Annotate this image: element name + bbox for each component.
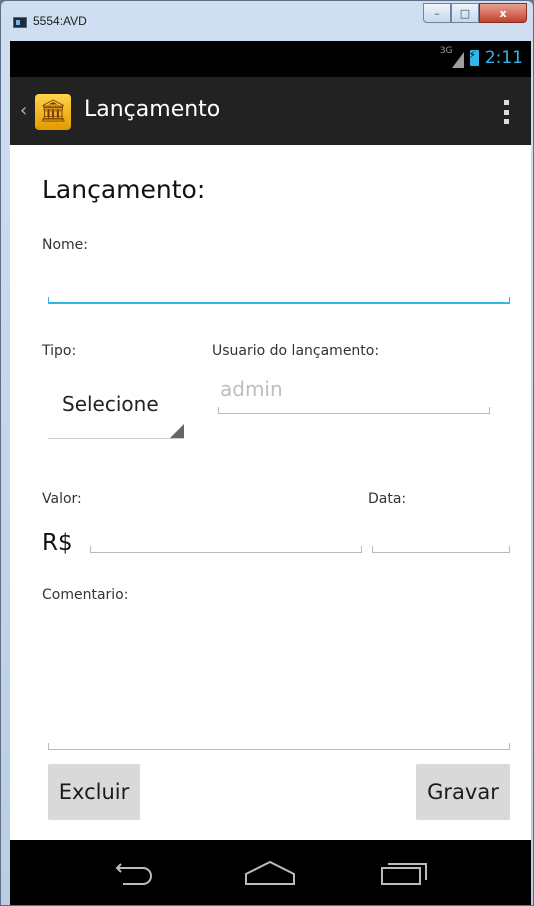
gravar-button[interactable]: Gravar — [416, 764, 510, 820]
up-navigation-icon[interactable]: ‹ — [20, 100, 27, 121]
data-field-underline[interactable] — [372, 546, 510, 553]
battery-charging-icon — [469, 50, 479, 66]
window-title: 5554:AVD — [33, 14, 87, 28]
back-icon[interactable] — [107, 853, 167, 893]
status-clock: 2:11 — [484, 48, 523, 68]
valor-label: Valor: — [42, 491, 82, 507]
page-title: Lançamento: — [42, 175, 206, 204]
window-titlebar[interactable]: 5554:AVD – □ x — [1, 1, 534, 41]
usuario-label: Usuario do lançamento: — [212, 343, 380, 359]
data-label: Data: — [368, 491, 407, 507]
home-icon[interactable] — [240, 853, 300, 893]
comentario-label: Comentario: — [42, 587, 129, 603]
maximize-button[interactable]: □ — [451, 3, 479, 23]
device-screen: 3G 2:11 ‹ 🏛 Lançamento Lançamento: Nome:… — [10, 41, 531, 905]
usuario-field-underline[interactable] — [218, 407, 490, 414]
action-bar-title: Lançamento — [84, 97, 221, 122]
action-bar: ‹ 🏛 Lançamento — [10, 77, 531, 145]
status-bar: 3G 2:11 — [10, 41, 531, 77]
tipo-selected-value: Selecione — [62, 392, 159, 416]
valor-field-underline[interactable] — [90, 546, 362, 553]
currency-symbol: R$ — [42, 530, 73, 556]
emulator-window: 5554:AVD – □ x 3G 2:11 ‹ 🏛 Lançamento — [0, 0, 534, 906]
emulator-app-icon — [13, 17, 27, 28]
signal-icon: 3G — [439, 46, 464, 68]
excluir-button[interactable]: Excluir — [48, 764, 140, 820]
recents-icon[interactable] — [374, 853, 434, 893]
nome-field-underline[interactable] — [48, 297, 510, 304]
navigation-bar — [10, 840, 531, 905]
overflow-menu-icon[interactable] — [504, 100, 509, 124]
spinner-arrow-icon — [170, 424, 184, 438]
bank-icon[interactable]: 🏛 — [35, 94, 71, 130]
usuario-input[interactable]: admin — [220, 377, 283, 401]
minimize-button[interactable]: – — [423, 3, 451, 23]
comentario-field-underline[interactable] — [48, 743, 510, 750]
tipo-label: Tipo: — [42, 343, 77, 359]
tipo-spinner[interactable]: Selecione — [48, 377, 184, 439]
form-content: Lançamento: Nome: Tipo: Usuario do lança… — [10, 145, 531, 840]
window-caption-buttons: – □ x — [423, 3, 527, 23]
network-type: 3G — [439, 46, 453, 56]
nome-label: Nome: — [42, 237, 89, 253]
close-button[interactable]: x — [479, 3, 527, 23]
